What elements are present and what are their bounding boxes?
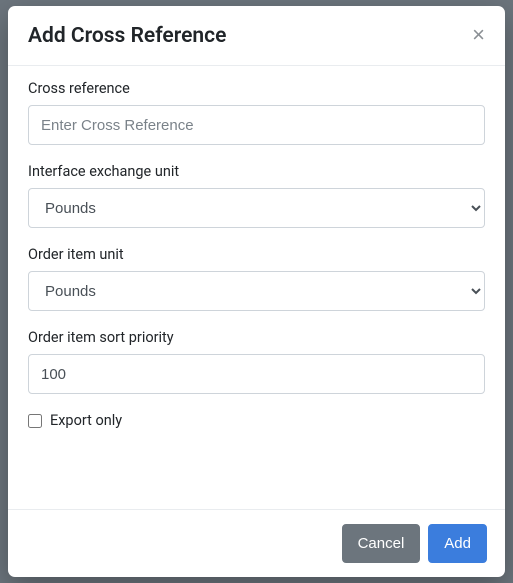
modal-title: Add Cross Reference (28, 22, 226, 51)
modal-header: Add Cross Reference × (8, 6, 505, 66)
cross-reference-label: Cross reference (28, 80, 485, 97)
modal-body: Cross reference Interface exchange unit … (8, 66, 505, 509)
export-only-checkbox[interactable] (28, 414, 42, 428)
order-unit-label: Order item unit (28, 246, 485, 263)
modal-backdrop: Add Cross Reference × Cross reference In… (0, 0, 513, 583)
add-cross-reference-modal: Add Cross Reference × Cross reference In… (8, 6, 505, 577)
cross-reference-group: Cross reference (28, 80, 485, 145)
export-only-group: Export only (28, 412, 485, 429)
close-icon[interactable]: × (472, 24, 485, 46)
interface-unit-select[interactable]: Pounds (28, 188, 485, 228)
interface-unit-group: Interface exchange unit Pounds (28, 163, 485, 228)
interface-unit-label: Interface exchange unit (28, 163, 485, 180)
order-unit-group: Order item unit Pounds (28, 246, 485, 311)
sort-priority-group: Order item sort priority (28, 329, 485, 394)
modal-footer: Cancel Add (8, 509, 505, 577)
add-button[interactable]: Add (428, 524, 487, 563)
sort-priority-input[interactable] (28, 354, 485, 394)
cross-reference-input[interactable] (28, 105, 485, 145)
order-unit-select[interactable]: Pounds (28, 271, 485, 311)
export-only-label: Export only (50, 412, 122, 429)
cancel-button[interactable]: Cancel (342, 524, 421, 563)
sort-priority-label: Order item sort priority (28, 329, 485, 346)
